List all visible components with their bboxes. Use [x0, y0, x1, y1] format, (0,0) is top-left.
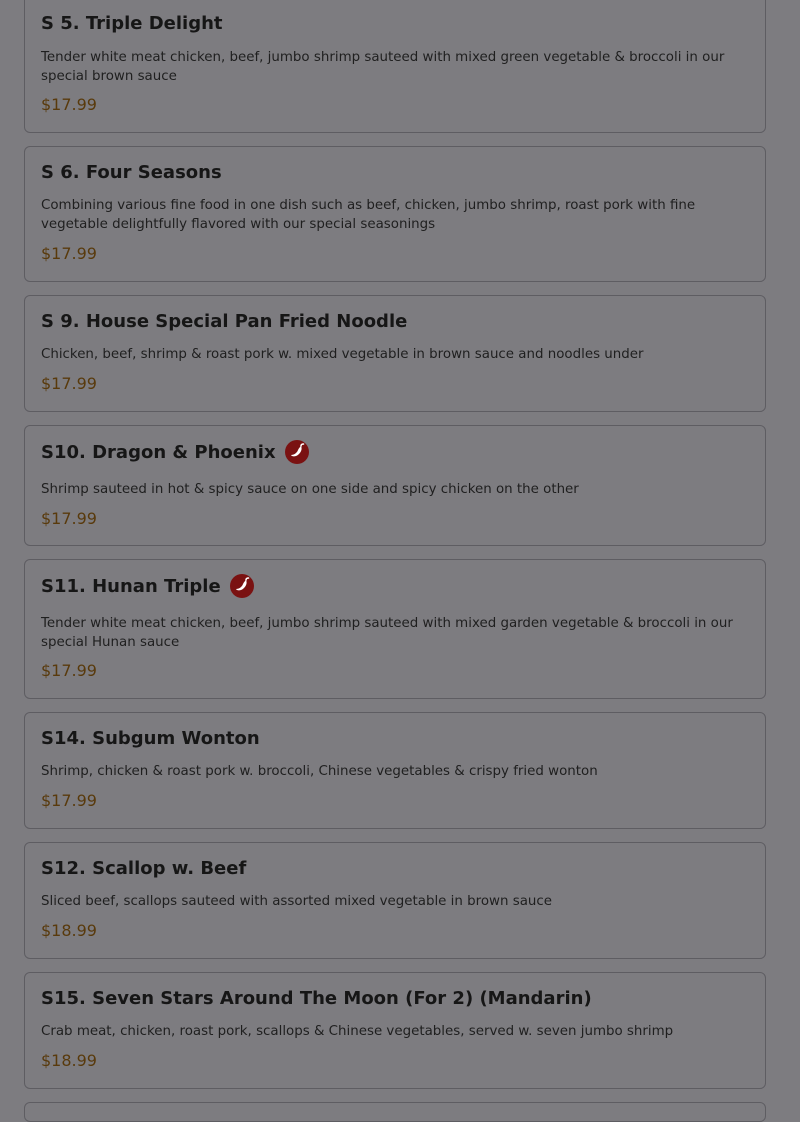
- menu-item-name: S11. Hunan Triple: [41, 575, 221, 597]
- menu-item-card[interactable]: S 6. Four Seasons Combining various fine…: [24, 146, 766, 282]
- menu-item-name: S 5. Triple Delight: [41, 13, 223, 34]
- menu-item-price: $17.99: [41, 374, 97, 393]
- menu-item-name: S14. Subgum Wonton: [41, 728, 260, 749]
- menu-item-description: Chicken, beef, shrimp & roast pork w. mi…: [41, 347, 644, 362]
- menu-item-price: $17.99: [41, 509, 97, 528]
- menu-item-card[interactable]: S10. Dragon & Phoenix Shrimp sauteed in …: [24, 425, 766, 546]
- menu-item-card[interactable]: S11. Hunan Triple Tender white meat chic…: [24, 559, 766, 699]
- menu-item-description: Tender white meat chicken, beef, jumbo s…: [41, 50, 725, 84]
- menu-item-name: S15. Seven Stars Around The Moon (For 2)…: [41, 988, 592, 1009]
- menu-item-name: S 9. House Special Pan Fried Noodle: [41, 311, 408, 332]
- menu-item-card[interactable]: S14. Subgum Wonton Shrimp, chicken & roa…: [24, 712, 766, 829]
- menu-item-card[interactable]: S15. Seven Stars Around The Moon (For 2)…: [24, 972, 766, 1089]
- menu-item-description: Crab meat, chicken, roast pork, scallops…: [41, 1024, 674, 1039]
- menu-item-description: Sliced beef, scallops sauteed with assor…: [41, 894, 553, 909]
- menu-item-price: $17.99: [41, 95, 97, 114]
- chili-pepper-icon: [284, 440, 309, 464]
- menu-item-name: S 6. Four Seasons: [41, 162, 222, 183]
- menu-item-description: Combining various fine food in one dish …: [41, 198, 696, 232]
- menu-item-description: Tender white meat chicken, beef, jumbo s…: [41, 616, 733, 650]
- menu-item-description: Shrimp, chicken & roast pork w. broccoli…: [41, 764, 598, 779]
- menu-item-price: $17.99: [41, 661, 97, 680]
- menu-item-price: $18.99: [41, 1051, 97, 1070]
- menu-item-card[interactable]: S 9. House Special Pan Fried Noodle Chic…: [24, 295, 766, 412]
- menu-item-card[interactable]: S 5. Triple Delight Tender white meat ch…: [24, 0, 766, 133]
- menu-item-card-partial[interactable]: [24, 1102, 766, 1122]
- chili-pepper-icon: [229, 574, 254, 598]
- menu-item-name: S12. Scallop w. Beef: [41, 858, 247, 879]
- menu-item-description: Shrimp sauteed in hot & spicy sauce on o…: [41, 482, 579, 497]
- menu-item-card[interactable]: S12. Scallop w. Beef Sliced beef, scallo…: [24, 842, 766, 959]
- menu-item-price: $17.99: [41, 244, 97, 263]
- menu-item-price: $18.99: [41, 921, 97, 940]
- menu-item-price: $17.99: [41, 791, 97, 810]
- menu-item-name: S10. Dragon & Phoenix: [41, 441, 276, 463]
